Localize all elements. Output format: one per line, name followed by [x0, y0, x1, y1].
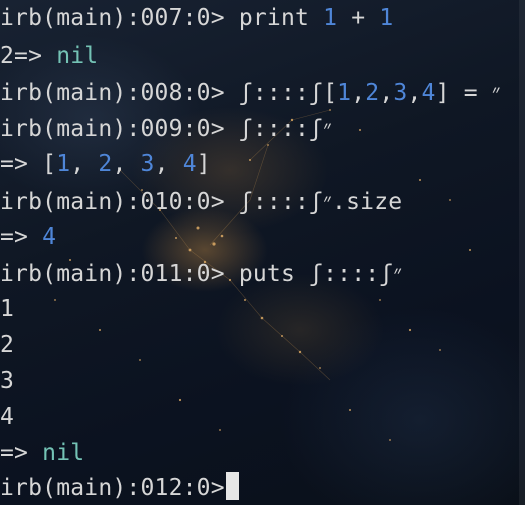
output-text: 1	[0, 296, 15, 322]
irb-prompt: irb(main):012:0>	[0, 475, 225, 501]
irb-prompt: irb(main):008:0>	[0, 80, 239, 106]
nil-literal: nil	[42, 440, 85, 466]
variable-name: ʃ::::ʃ״	[238, 189, 333, 215]
bracket-close: ]	[196, 151, 211, 177]
bracket-close: ]	[323, 80, 338, 106]
comma: ,	[407, 80, 422, 106]
terminal-window[interactable]: irb(main):007:0> print 1 + 1 2=> nil irb…	[0, 0, 525, 505]
terminal-line-1: irb(main):007:0> print 1 + 1	[0, 0, 393, 36]
comma: ,	[351, 80, 366, 106]
number-literal: 3	[393, 80, 408, 106]
terminal-line-10: 2	[0, 327, 14, 363]
variable-name: ʃ::::ʃ״	[238, 116, 333, 142]
result-arrow: =>	[0, 440, 43, 466]
output-text: 2	[0, 332, 15, 358]
method-call: .size	[332, 189, 403, 215]
command-text: puts	[238, 261, 310, 287]
output-text: 4	[0, 404, 15, 430]
variable-name: ʃ::::ʃ״	[309, 261, 403, 287]
code-text: print	[238, 5, 324, 31]
terminal-line-6: irb(main):010:0> ʃ::::ʃ״.size	[0, 184, 402, 220]
comma: ,	[154, 151, 183, 177]
number-literal: 3	[140, 151, 155, 177]
assignment-text: = [	[435, 80, 492, 106]
text-cursor[interactable]	[225, 472, 239, 500]
number-literal: 1	[56, 151, 71, 177]
irb-prompt: irb(main):011:0>	[0, 261, 239, 287]
comma: ,	[379, 80, 394, 106]
terminal-line-3: irb(main):008:0> ʃ::::ʃ״ = [1,2,3,4]	[0, 75, 501, 111]
terminal-line-5: => [1, 2, 3, 4]	[0, 146, 211, 182]
irb-prompt: irb(main):010:0>	[0, 189, 239, 215]
terminal-line-8: irb(main):011:0> puts ʃ::::ʃ״	[0, 256, 402, 292]
terminal-line-9: 1	[0, 291, 14, 327]
terminal-line-2: 2=> nil	[0, 38, 98, 74]
number-literal: 1	[337, 80, 352, 106]
number-literal: 4	[182, 151, 197, 177]
number-literal: 1	[323, 5, 338, 31]
terminal-line-7: => 4	[0, 219, 56, 255]
comma: ,	[70, 151, 99, 177]
output-text: 2=>	[0, 43, 57, 69]
number-literal: 2	[365, 80, 380, 106]
number-literal: 1	[379, 5, 394, 31]
nil-literal: nil	[56, 43, 99, 69]
number-literal: 4	[42, 224, 57, 250]
terminal-line-4: irb(main):009:0> ʃ::::ʃ״	[0, 111, 332, 147]
terminal-line-12: 4	[0, 399, 14, 435]
result-arrow: =>	[0, 224, 43, 250]
comma: ,	[112, 151, 141, 177]
irb-prompt: irb(main):007:0>	[0, 5, 239, 31]
number-literal: 4	[421, 80, 436, 106]
terminal-line-14[interactable]: irb(main):012:0>	[0, 470, 239, 505]
output-text: 3	[0, 368, 15, 394]
number-literal: 2	[98, 151, 113, 177]
irb-prompt: irb(main):009:0>	[0, 116, 239, 142]
terminal-line-13: => nil	[0, 435, 84, 471]
terminal-line-11: 3	[0, 363, 14, 399]
scrollbar[interactable]	[519, 0, 525, 505]
result-arrow: => [	[0, 151, 57, 177]
operator-text: +	[337, 5, 380, 31]
